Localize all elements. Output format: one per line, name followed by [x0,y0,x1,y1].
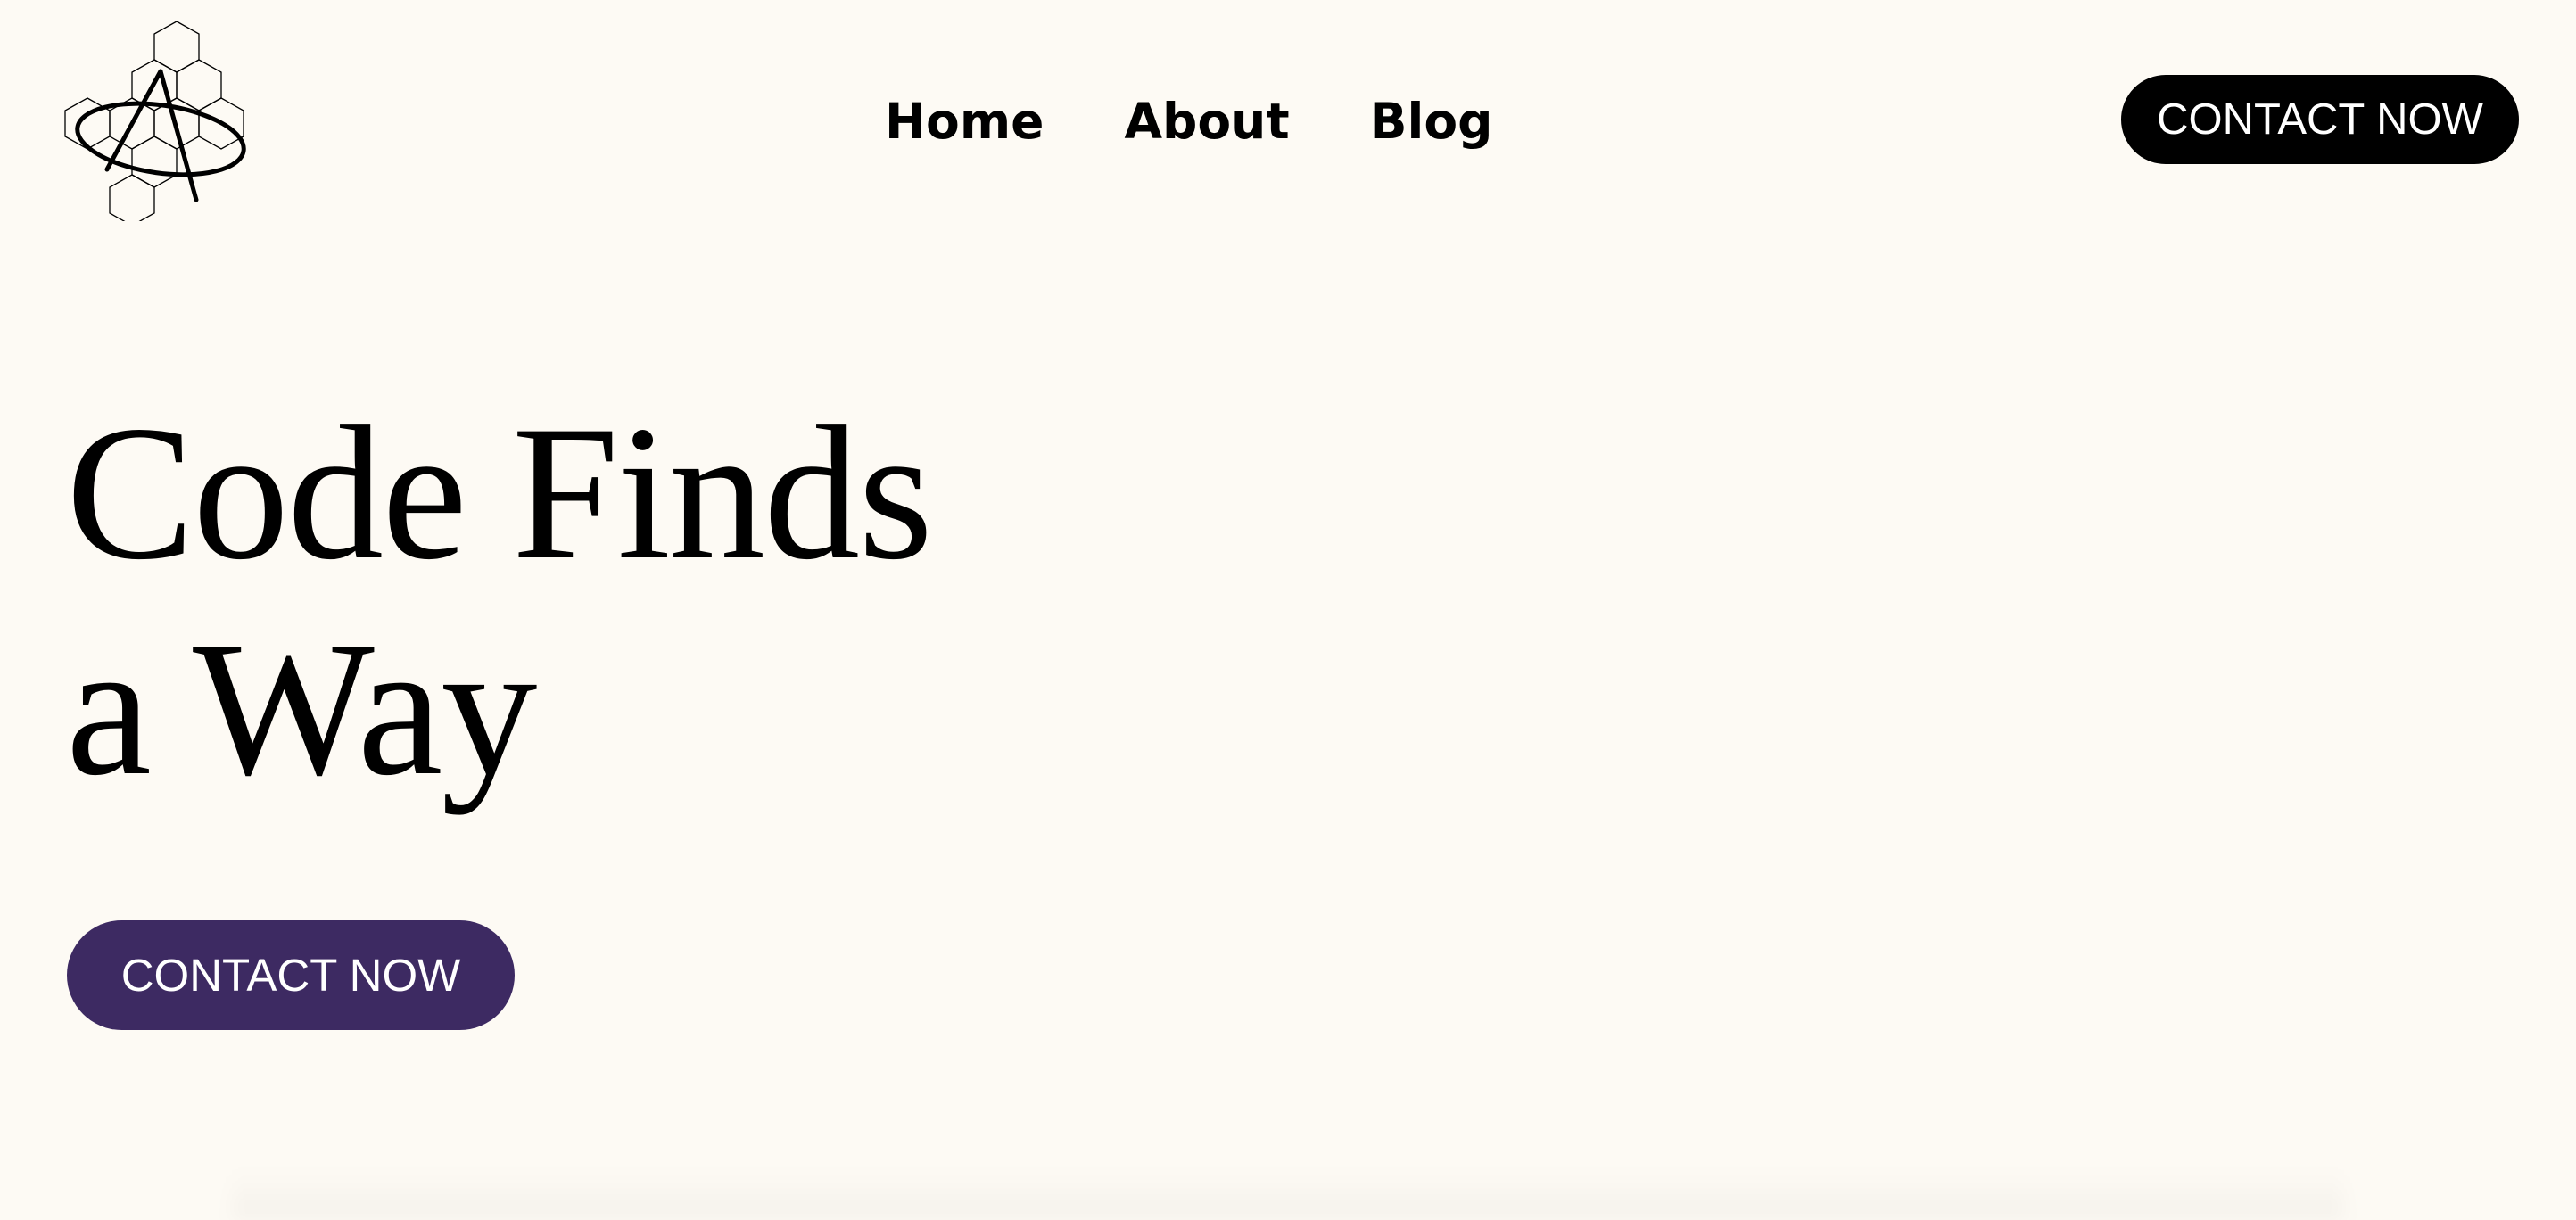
nav-link-about[interactable]: About [1124,86,1289,157]
section-divider-shadow [232,1168,2344,1220]
hero-title: Code Finds a Way [66,385,933,817]
nav-link-home[interactable]: Home [885,86,1044,157]
nav-link-blog[interactable]: Blog [1370,86,1493,157]
site-header: Home About Blog CONTACT NOW [0,0,2576,232]
logo-icon[interactable] [62,16,250,221]
hero-contact-button[interactable]: CONTACT NOW [67,920,515,1030]
header-contact-button[interactable]: CONTACT NOW [2121,75,2519,164]
hero-title-line-1: Code Finds [66,386,933,599]
main-nav: Home About Blog [885,86,1493,157]
hero-title-line-2: a Way [66,602,537,815]
